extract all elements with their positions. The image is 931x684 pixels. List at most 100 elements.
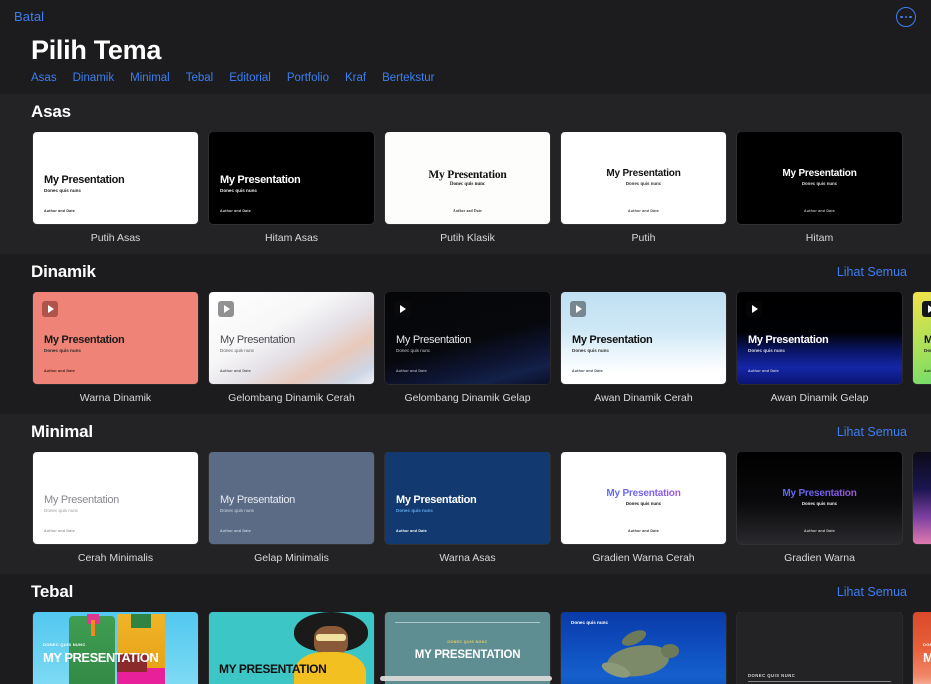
slide-subtitle: Donec quis nunc	[43, 643, 86, 647]
tab-portfolio[interactable]: Portfolio	[287, 72, 329, 84]
slide-footer: Author and Date	[572, 369, 603, 373]
slide-subtitle: Donec quis nunc	[748, 349, 785, 354]
theme-thumbnail[interactable]: Donec quis nunc My Presentation	[737, 612, 902, 684]
theme-card-tebal-4[interactable]: Donec quis nunc My Presentation	[561, 612, 726, 684]
theme-thumbnail[interactable]: My Presentation Donec quis nunc Author a…	[385, 452, 550, 544]
theme-thumbnail[interactable]: My Presentation Donec quis nunc Author a…	[209, 452, 374, 544]
theme-card-hitam-asas[interactable]: My Presentation Donec quis nunc Author a…	[209, 132, 374, 244]
theme-card-cerah-minimalis[interactable]: My Presentation Donec quis nunc Author a…	[33, 452, 198, 564]
slide-title: My Presentation	[396, 335, 471, 347]
slide-title: My Presentation	[385, 169, 550, 181]
theme-card-putih-asas[interactable]: My Presentation Donec quis nunc Author a…	[33, 132, 198, 244]
ellipsis-glyph	[900, 16, 912, 19]
theme-row-tebal[interactable]: Donec quis nunc My Presentation Donec qu…	[0, 612, 931, 684]
theme-card-tebal-5[interactable]: Donec quis nunc My Presentation	[737, 612, 902, 684]
theme-thumbnail[interactable]: My Presentation Donec quis nunc Author a…	[737, 292, 902, 384]
theme-thumbnail[interactable]: My Presentation Donec quis nunc Author a…	[561, 132, 726, 224]
slide-footer: Author and Date	[561, 529, 726, 533]
theme-thumbnail[interactable]: My Presentation Donec quis nunc Author a…	[385, 132, 550, 224]
see-all-tebal[interactable]: Lihat Semua	[837, 585, 907, 599]
horizontal-scrollbar[interactable]	[380, 676, 552, 681]
theme-thumbnail[interactable]: My Presentation Donec quis nunc Author a…	[209, 132, 374, 224]
theme-card-tebal-3[interactable]: Donec quis nunc My Presentation	[385, 612, 550, 684]
slide-footer: Author and Date	[385, 209, 550, 213]
slide-title: My Presentation	[220, 335, 295, 347]
slide-footer: Author and Date	[737, 529, 902, 533]
theme-thumbnail[interactable]: My Presentation Donec quis nunc Author a…	[913, 292, 931, 384]
slide-title: My Presentation	[737, 169, 902, 180]
section-header-dinamik: Dinamik Lihat Semua	[0, 254, 931, 292]
theme-thumbnail[interactable]: Donec quis nunc My Presentation	[385, 612, 550, 684]
slide-footer: Author and Date	[737, 209, 902, 213]
theme-thumbnail[interactable]: My Presentation Donec quis nunc Author a…	[385, 292, 550, 384]
theme-card-gradien-warna-cerah[interactable]: My Presentation Donec quis nunc Author a…	[561, 452, 726, 564]
tab-tebal[interactable]: Tebal	[186, 72, 214, 84]
more-options-icon[interactable]	[896, 7, 916, 27]
slide-preview: My Presentation Donec quis nunc Author a…	[561, 452, 726, 544]
slide-subtitle: Donec quis nunc	[44, 189, 81, 194]
theme-thumbnail[interactable]: My Presentation Donec quis nunc Author a…	[737, 132, 902, 224]
theme-thumbnail[interactable]: My Presentation Donec quis nunc Author a…	[33, 132, 198, 224]
theme-thumbnail[interactable]: My Presentation Donec quis nunc	[209, 612, 374, 684]
slide-preview: Donec quis nunc My Presentation	[913, 612, 931, 684]
theme-row-asas[interactable]: My Presentation Donec quis nunc Author a…	[0, 132, 931, 250]
theme-row-minimal[interactable]: My Presentation Donec quis nunc Author a…	[0, 452, 931, 570]
theme-name: Gelap Minimalis	[209, 552, 374, 564]
theme-card-dinamik-partial[interactable]: My Presentation Donec quis nunc Author a…	[913, 292, 931, 392]
theme-card-putih[interactable]: My Presentation Donec quis nunc Author a…	[561, 132, 726, 244]
theme-thumbnail[interactable]: My Presentation Donec quis nunc Author a…	[737, 452, 902, 544]
theme-card-awan-dinamik-cerah[interactable]: My Presentation Donec quis nunc Author a…	[561, 292, 726, 404]
theme-card-warna-dinamik[interactable]: My Presentation Donec quis nunc Author a…	[33, 292, 198, 404]
theme-scroll-area[interactable]: Asas My Presentation Donec quis nunc Aut…	[0, 94, 931, 684]
tab-asas[interactable]: Asas	[31, 72, 57, 84]
theme-name: Cerah Minimalis	[33, 552, 198, 564]
slide-subtitle: Donec quis nunc	[572, 349, 609, 354]
theme-thumbnail[interactable]: Donec quis nunc My Presentation	[561, 612, 726, 684]
tab-bertekstur[interactable]: Bertekstur	[382, 72, 434, 84]
theme-thumbnail[interactable]: My Presentation Donec quis nunc Author a…	[33, 452, 198, 544]
theme-card-tebal-1[interactable]: Donec quis nunc My Presentation Donec qu…	[33, 612, 198, 684]
category-tabs: Asas Dinamik Minimal Tebal Editorial Por…	[31, 72, 451, 84]
theme-name: Putih Klasik	[385, 232, 550, 244]
slide-preview: My Presentation Donec quis nunc	[209, 612, 374, 684]
theme-card-awan-dinamik-gelap[interactable]: My Presentation Donec quis nunc Author a…	[737, 292, 902, 404]
cancel-button[interactable]: Batal	[14, 9, 44, 24]
theme-card-tebal-partial[interactable]: Donec quis nunc My Presentation	[913, 612, 931, 684]
theme-thumbnail[interactable]: Donec quis nunc My Presentation Donec qu…	[33, 612, 198, 684]
theme-thumbnail[interactable]: My Presentation Donec quis nunc Author a…	[209, 292, 374, 384]
see-all-minimal[interactable]: Lihat Semua	[837, 425, 907, 439]
slide-subtitle: Donec quis nunc	[924, 349, 931, 354]
slide-title: My Presentation	[561, 169, 726, 180]
theme-card-putih-klasik[interactable]: My Presentation Donec quis nunc Author a…	[385, 132, 550, 244]
slide-footer: Author and Date	[913, 529, 931, 533]
slide-title: My Presentation	[44, 175, 124, 187]
theme-card-gelap-minimalis[interactable]: My Presentation Donec quis nunc Author a…	[209, 452, 374, 564]
theme-thumbnail[interactable]: Donec quis nunc My Presentation	[913, 612, 931, 684]
tab-editorial[interactable]: Editorial	[229, 72, 271, 84]
slide-subtitle: Donec quis nunc	[923, 643, 931, 647]
slide-preview: My Presentation Donec quis nunc Author a…	[561, 132, 726, 224]
theme-card-gelombang-dinamik-gelap[interactable]: My Presentation Donec quis nunc Author a…	[385, 292, 550, 404]
theme-thumbnail[interactable]: My Presentation Donec quis nunc Author a…	[913, 452, 931, 544]
theme-card-gelombang-dinamik-cerah[interactable]: My Presentation Donec quis nunc Author a…	[209, 292, 374, 404]
theme-card-gradien-warna[interactable]: My Presentation Donec quis nunc Author a…	[737, 452, 902, 564]
slide-preview: My Presentation Donec quis nunc Author a…	[33, 292, 198, 384]
theme-name: Putih Asas	[33, 232, 198, 244]
theme-thumbnail[interactable]: My Presentation Donec quis nunc Author a…	[561, 292, 726, 384]
tab-kraf[interactable]: Kraf	[345, 72, 366, 84]
theme-card-hitam[interactable]: My Presentation Donec quis nunc Author a…	[737, 132, 902, 244]
theme-thumbnail[interactable]: My Presentation Donec quis nunc Author a…	[561, 452, 726, 544]
slide-preview: My Presentation Donec quis nunc Author a…	[737, 452, 902, 544]
theme-card-tebal-2[interactable]: My Presentation Donec quis nunc	[209, 612, 374, 684]
tab-minimal[interactable]: Minimal	[130, 72, 170, 84]
theme-name: Hitam	[737, 232, 902, 244]
theme-row-dinamik[interactable]: My Presentation Donec quis nunc Author a…	[0, 292, 931, 410]
see-all-dinamik[interactable]: Lihat Semua	[837, 265, 907, 279]
theme-card-minimal-partial[interactable]: My Presentation Donec quis nunc Author a…	[913, 452, 931, 552]
slide-subtitle: Donec quis nunc	[748, 674, 795, 678]
slide-title: My Presentation	[913, 489, 931, 500]
slide-preview: My Presentation Donec quis nunc Author a…	[209, 452, 374, 544]
theme-thumbnail[interactable]: My Presentation Donec quis nunc Author a…	[33, 292, 198, 384]
theme-card-warna-asas[interactable]: My Presentation Donec quis nunc Author a…	[385, 452, 550, 564]
tab-dinamik[interactable]: Dinamik	[73, 72, 115, 84]
